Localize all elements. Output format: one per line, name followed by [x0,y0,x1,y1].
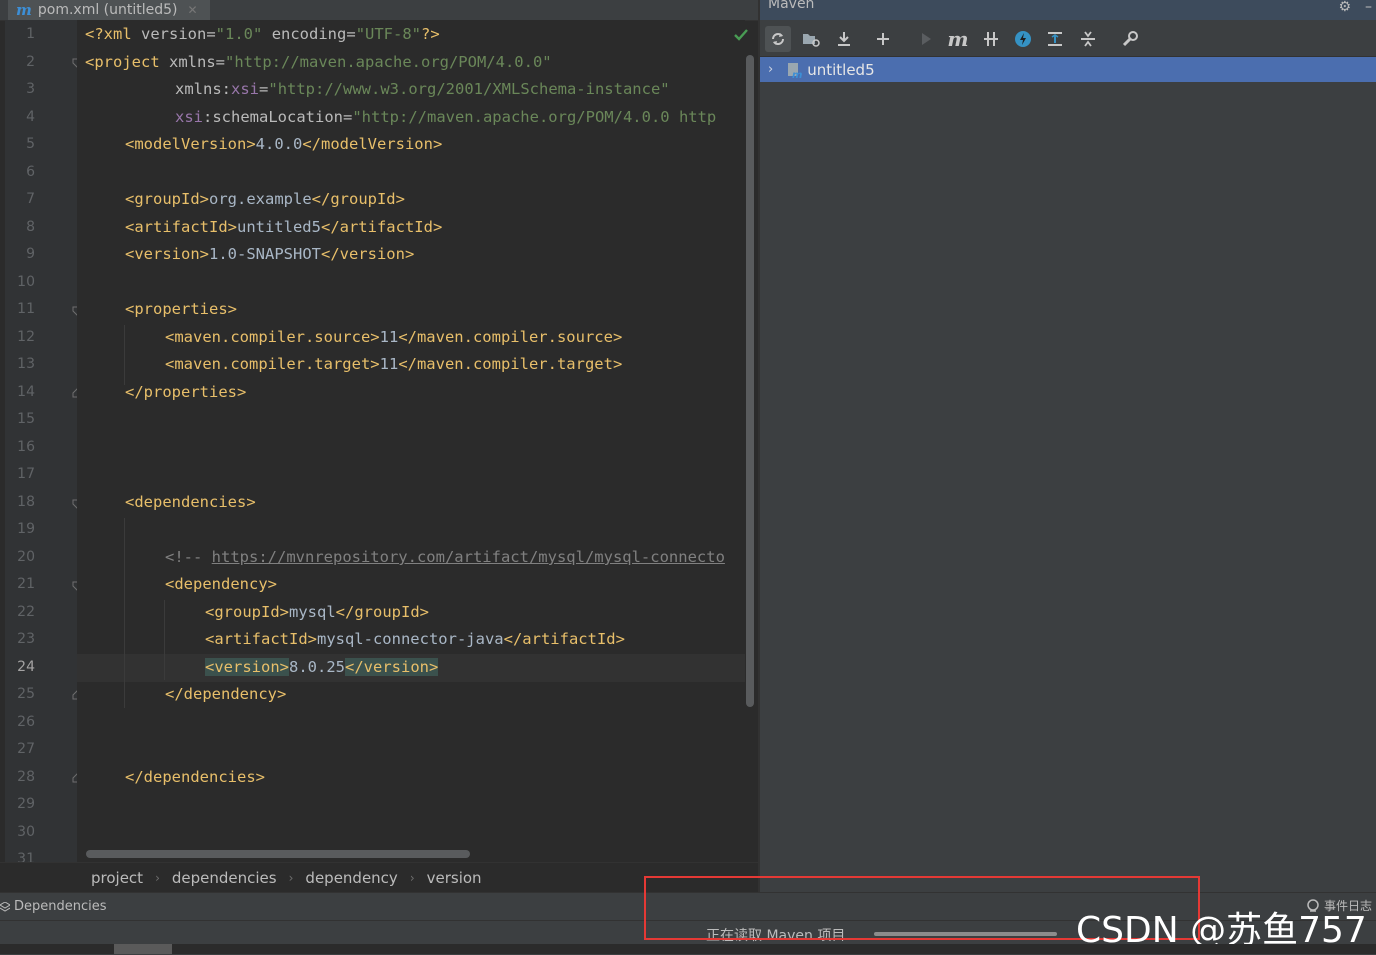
code-line-11: <properties> [125,300,237,318]
run-icon[interactable] [913,26,939,52]
chevron-right-icon: › [155,870,160,885]
maven-m-icon: m [16,1,32,19]
line-number[interactable]: 20 [5,544,35,572]
tab-title: pom.xml (untitled5) [37,2,178,18]
code-line-20: <!-- https://mvnrepository.com/artifact/… [165,548,725,566]
code-line-3: xmlns:xsi="http://www.w3.org/2001/XMLSch… [175,80,670,98]
line-number[interactable]: 8 [5,214,35,242]
code-line-2: <project xmlns="http://maven.apache.org/… [85,53,552,71]
repository-link[interactable]: https://mvnrepository.com/artifact/mysql… [212,548,725,566]
line-number[interactable]: 19 [5,516,35,544]
code-line-18: <dependencies> [125,493,256,511]
code-line-1: <?xml version="1.0" encoding="UTF-8"?> [85,25,440,43]
chevron-right-icon[interactable]: › [768,62,773,77]
maven-project-icon: m [788,62,803,79]
line-number[interactable]: 6 [5,159,35,187]
download-icon[interactable] [831,26,857,52]
line-number[interactable]: 17 [5,461,35,489]
code-line-7: <groupId>org.example</groupId> [125,190,405,208]
indent-guide [164,600,165,680]
line-number[interactable]: 15 [5,406,35,434]
line-number[interactable]: 14 [5,379,35,407]
horizontal-scrollbar[interactable] [86,850,470,858]
tab-pom-xml[interactable]: m pom.xml (untitled5) ✕ [8,0,210,20]
line-number[interactable]: 27 [5,736,35,764]
line-number[interactable]: 1 [5,21,35,49]
code-line-23: <artifactId>mysql-connector-java</artifa… [205,630,625,648]
maven-toolbar: m [760,22,1376,57]
settings-wrench-icon[interactable] [1117,26,1143,52]
minimize-icon[interactable]: – [1365,0,1372,14]
project-name: untitled5 [807,60,875,79]
maven-tool-window: Maven ⚙ – m › m untitled5 [760,0,1376,892]
line-number[interactable]: 26 [5,709,35,737]
svg-text:m: m [792,70,802,79]
line-number-gutter: 1 2 3 4 5 6 7 8 9 10 11 12 13 14 15 16 17 18 19 20 21 22 23 24 2… [5,20,82,867]
line-number[interactable]: 30 [5,819,35,847]
line-number[interactable]: 16 [5,434,35,462]
chevron-right-icon: › [288,870,294,885]
line-number[interactable]: 4 [5,104,35,132]
code-line-14: </properties> [125,383,247,401]
line-number[interactable]: 18 [5,489,35,517]
dependencies-label: Dependencies [14,899,107,914]
matched-tag-close: </version> [345,658,439,676]
line-number[interactable]: 29 [5,791,35,819]
add-icon[interactable] [870,26,896,52]
code-line-24: <version>8.0.25</version> [205,658,439,676]
collapse-all-icon[interactable] [1075,26,1101,52]
maven-title: Maven [768,0,815,12]
line-number[interactable]: 21 [5,571,35,599]
execute-goal-icon[interactable]: m [945,26,971,52]
breadcrumb-item[interactable]: dependencies [172,869,277,887]
chevron-right-icon: › [409,870,415,885]
line-number[interactable]: 28 [5,764,35,792]
toggle-offline-icon[interactable] [978,26,1004,52]
line-number[interactable]: 5 [5,131,35,159]
code-line-8: <artifactId>untitled5</artifactId> [125,218,443,236]
indent-guide [124,325,125,385]
line-number[interactable]: 13 [5,351,35,379]
gear-icon[interactable]: ⚙ [1338,0,1351,14]
line-number[interactable]: 23 [5,626,35,654]
code-editor[interactable]: <?xml version="1.0" encoding="UTF-8"?> <… [77,20,745,862]
editor-tab-bar: m pom.xml (untitled5) ✕ [0,0,760,21]
matched-tag-open: <version> [205,658,289,676]
vertical-scrollbar[interactable] [746,55,754,707]
code-line-12: <maven.compiler.source>11</maven.compile… [165,328,623,346]
line-number[interactable]: 2 [5,49,35,77]
line-number[interactable]: 7 [5,186,35,214]
line-number[interactable]: 9 [5,241,35,269]
line-number[interactable]: 25 [5,681,35,709]
code-line-13: <maven.compiler.target>11</maven.compile… [165,355,623,373]
code-line-28: </dependencies> [125,768,265,786]
dependencies-tab[interactable]: Dependencies [0,899,107,914]
breadcrumb-item[interactable]: version [427,869,482,887]
breadcrumb-item[interactable]: project [91,869,143,887]
code-line-21: <dependency> [165,575,277,593]
code-line-22: <groupId>mysql</groupId> [205,603,429,621]
line-number[interactable]: 24 [5,654,35,682]
skip-tests-icon[interactable] [1010,26,1036,52]
maven-header: Maven ⚙ – [760,0,1376,20]
code-line-5: <modelVersion>4.0.0</modelVersion> [125,135,443,153]
line-number[interactable]: 11 [5,296,35,324]
breadcrumb-item[interactable]: dependency [305,869,397,887]
maven-project-node[interactable]: › m untitled5 [760,57,1376,82]
bottom-edge [0,944,1376,954]
line-number[interactable]: 12 [5,324,35,352]
show-dependencies-icon[interactable] [1042,26,1068,52]
line-number[interactable]: 22 [5,599,35,627]
line-number[interactable]: 3 [5,76,35,104]
code-line-25: </dependency> [165,685,287,703]
dependencies-icon [0,901,10,912]
close-icon[interactable]: ✕ [188,3,198,17]
code-line-4: xsi:schemaLocation="http://maven.apache.… [175,108,717,126]
code-line-9: <version>1.0-SNAPSHOT</version> [125,245,415,263]
generate-sources-icon[interactable] [798,26,824,52]
no-problems-check-icon[interactable] [733,27,749,43]
reload-icon[interactable] [765,26,791,52]
line-number[interactable]: 10 [5,269,35,297]
indent-guide [124,518,125,708]
